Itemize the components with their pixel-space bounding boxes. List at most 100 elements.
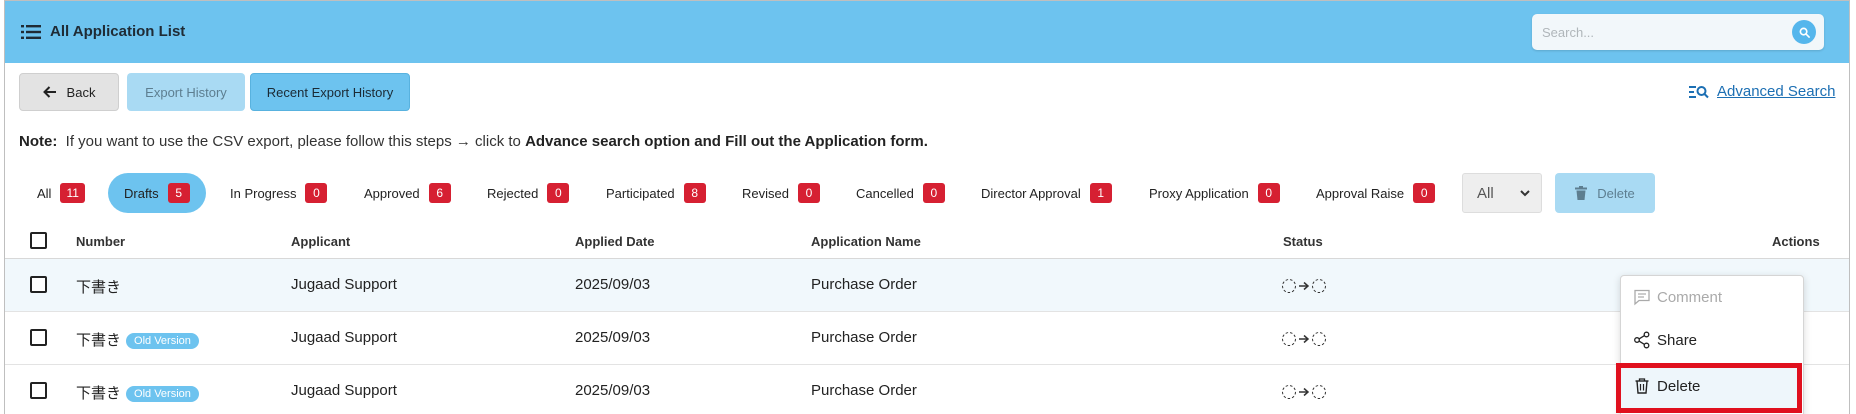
status-flow bbox=[1281, 331, 1327, 347]
trash-icon bbox=[1575, 186, 1588, 200]
applied-date-cell: 2025/09/03 bbox=[575, 382, 651, 399]
scope-select[interactable]: All bbox=[1462, 173, 1542, 213]
note-prefix: Note: bbox=[19, 133, 58, 150]
filter-tab-proxy-application[interactable]: Proxy Application 0 bbox=[1149, 173, 1280, 213]
recent-export-history-button[interactable]: Recent Export History bbox=[250, 73, 410, 111]
count-badge: 0 bbox=[547, 183, 570, 203]
page-title: All Application List bbox=[50, 23, 186, 40]
count-badge: 0 bbox=[1413, 183, 1436, 203]
menu-item-comment[interactable]: Comment bbox=[1633, 288, 1722, 306]
menu-item-label: Comment bbox=[1657, 288, 1723, 306]
count-badge: 1 bbox=[1089, 183, 1112, 203]
trash-icon bbox=[1635, 378, 1649, 394]
column-header-actions: Actions bbox=[1772, 234, 1820, 249]
applicant-cell: Jugaad Support bbox=[291, 276, 397, 293]
search-icon bbox=[1799, 27, 1810, 38]
back-label: Back bbox=[66, 84, 96, 100]
export-history-button[interactable]: Export History bbox=[127, 73, 245, 111]
share-icon bbox=[1634, 331, 1650, 349]
filter-tab-all[interactable]: All 11 bbox=[37, 173, 85, 213]
pending-step-icon bbox=[1282, 385, 1296, 399]
table-row[interactable]: 下書き Old Version Jugaad Support 2025/09/03… bbox=[5, 312, 1849, 365]
draft-label: 下書き bbox=[76, 385, 122, 402]
filter-tab-drafts[interactable]: Drafts 5 bbox=[108, 173, 206, 213]
filter-tab-revised[interactable]: Revised 0 bbox=[742, 173, 820, 213]
arrow-right-icon bbox=[1299, 334, 1310, 344]
draft-label: 下書き bbox=[76, 332, 122, 349]
filter-tab-in-progress[interactable]: In Progress 0 bbox=[230, 173, 328, 213]
filter-tab-participated[interactable]: Participated 8 bbox=[606, 173, 706, 213]
filter-tab-label: Director Approval bbox=[981, 185, 1081, 201]
column-header-number[interactable]: Number bbox=[76, 234, 125, 249]
column-header-application-name[interactable]: Application Name bbox=[811, 234, 921, 249]
filter-tab-approval-raise[interactable]: Approval Raise 0 bbox=[1316, 173, 1436, 213]
filter-tab-label: Drafts bbox=[124, 185, 159, 201]
applicant-cell: Jugaad Support bbox=[291, 382, 397, 399]
filter-tab-label: Proxy Application bbox=[1149, 185, 1249, 201]
menu-item-share[interactable]: Share bbox=[1633, 331, 1697, 349]
menu-item-label: Delete bbox=[1657, 377, 1701, 395]
applied-date-cell: 2025/09/03 bbox=[575, 329, 651, 346]
row-checkbox[interactable] bbox=[30, 382, 47, 399]
column-header-status: Status bbox=[1283, 234, 1323, 249]
pending-step-icon bbox=[1282, 279, 1296, 293]
row-actions-menu: Comment Share Delete bbox=[1616, 275, 1804, 414]
bulk-delete-button[interactable]: Delete bbox=[1555, 173, 1655, 213]
count-badge: 8 bbox=[683, 183, 706, 203]
arrow-right-icon bbox=[1299, 281, 1310, 291]
note-text: If you want to use the CSV export, pleas… bbox=[65, 133, 521, 150]
count-badge: 0 bbox=[305, 183, 328, 203]
table-row[interactable]: 下書き Old Version Jugaad Support 2025/09/03… bbox=[5, 365, 1849, 414]
menu-item-delete[interactable]: Delete bbox=[1633, 377, 1700, 395]
old-version-badge: Old Version bbox=[126, 333, 199, 349]
pending-step-icon bbox=[1312, 279, 1326, 293]
filter-tab-label: Approved bbox=[364, 185, 420, 201]
draft-label: 下書き bbox=[76, 279, 122, 296]
filter-tab-rejected[interactable]: Rejected 0 bbox=[487, 173, 570, 213]
app-window: All Application List Back Export History… bbox=[4, 0, 1850, 414]
menu-item-label: Share bbox=[1657, 331, 1698, 349]
list-icon[interactable] bbox=[21, 25, 41, 39]
advanced-search-link[interactable]: Advanced Search bbox=[1689, 83, 1835, 100]
old-version-badge: Old Version bbox=[126, 386, 199, 402]
count-badge: 5 bbox=[167, 183, 190, 203]
filter-tab-label: Participated bbox=[606, 185, 675, 201]
filter-tab-label: In Progress bbox=[230, 185, 297, 201]
filter-tab-cancelled[interactable]: Cancelled 0 bbox=[856, 173, 945, 213]
note-bold-text: Advance search option and Fill out the A… bbox=[525, 133, 928, 150]
application-number: 下書き Old Version bbox=[76, 382, 199, 403]
filter-tab-approved[interactable]: Approved 6 bbox=[364, 173, 451, 213]
application-name-cell: Purchase Order bbox=[811, 276, 917, 293]
arrow-right-icon bbox=[1299, 387, 1310, 397]
filter-tab-label: Revised bbox=[742, 185, 789, 201]
pending-step-icon bbox=[1282, 332, 1296, 346]
table-row[interactable]: 下書き Jugaad Support 2025/09/03 Purchase O… bbox=[5, 259, 1849, 312]
scope-select-value: All bbox=[1477, 184, 1494, 202]
comment-icon bbox=[1634, 289, 1650, 306]
chevron-down-icon bbox=[1520, 190, 1530, 197]
pending-step-icon bbox=[1312, 385, 1326, 399]
column-header-applicant[interactable]: Applicant bbox=[291, 234, 350, 249]
bulk-delete-label: Delete bbox=[1597, 185, 1635, 201]
select-all-checkbox[interactable] bbox=[30, 232, 47, 249]
search-box bbox=[1532, 14, 1824, 50]
row-checkbox[interactable] bbox=[30, 329, 47, 346]
filter-tab-director-approval[interactable]: Director Approval 1 bbox=[981, 173, 1112, 213]
filter-tab-label: All bbox=[37, 185, 52, 201]
count-badge: 0 bbox=[1257, 183, 1280, 203]
highlight-box: Delete bbox=[1616, 363, 1802, 413]
search-input[interactable] bbox=[1542, 21, 1782, 43]
search-button[interactable] bbox=[1792, 20, 1816, 44]
column-header-applied-date[interactable]: Applied Date bbox=[575, 234, 654, 249]
back-button[interactable]: Back bbox=[19, 73, 119, 111]
status-flow bbox=[1281, 384, 1327, 400]
row-checkbox[interactable] bbox=[30, 276, 47, 293]
top-header: All Application List bbox=[5, 1, 1849, 63]
pending-step-icon bbox=[1312, 332, 1326, 346]
table-header: Number Applicant Applied Date Applicatio… bbox=[5, 223, 1849, 259]
application-name-cell: Purchase Order bbox=[811, 329, 917, 346]
application-number: 下書き Old Version bbox=[76, 329, 199, 350]
status-flow bbox=[1281, 278, 1327, 294]
arrow-left-icon bbox=[42, 86, 56, 98]
count-badge: 0 bbox=[922, 183, 945, 203]
